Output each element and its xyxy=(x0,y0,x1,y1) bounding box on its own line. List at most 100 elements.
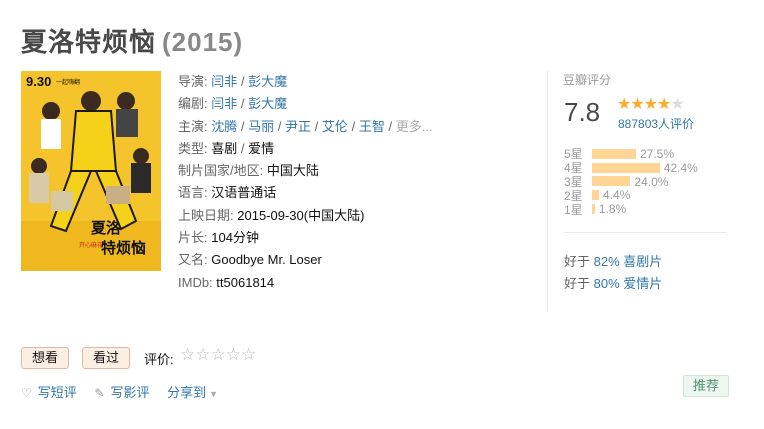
cast-link[interactable]: 马丽 xyxy=(248,119,274,134)
better-pct: 80% xyxy=(593,276,620,291)
director-label: 导演: xyxy=(178,74,208,89)
rating-panel: 豆瓣评分 7.8 ★★★★★ 887803人评价 5星 27.5% 4星 42.4% 3… xyxy=(547,71,727,311)
divider xyxy=(564,232,727,233)
poster-slogan: 开心麻花 xyxy=(79,241,103,249)
country-value: 中国大陆 xyxy=(266,163,319,179)
better-pct: 82% xyxy=(593,254,620,269)
runtime-label: 片长: xyxy=(178,230,208,246)
short-review-label: 写短评 xyxy=(37,385,77,400)
star-empty-icon: ★ xyxy=(670,96,684,113)
long-review-link[interactable]: ✎ 写影评 xyxy=(94,385,149,400)
star-icon: ★ xyxy=(657,96,671,113)
cast-link[interactable]: 王智 xyxy=(359,119,385,134)
cast-label: 主演: xyxy=(178,118,208,134)
better-than-row: 好于 80% 爱情片 xyxy=(564,273,662,292)
genre-value: 爱情 xyxy=(248,140,275,156)
rating-dist-pct: 42.4% xyxy=(663,160,698,175)
release-value: 2015-09-30(中国大陆) xyxy=(237,207,365,223)
better-genre: 喜剧片 xyxy=(623,254,663,269)
aka-value: Goodbye Mr. Loser xyxy=(211,252,322,268)
better-link[interactable]: 80% 爱情片 xyxy=(594,276,663,291)
rating-dist-row: 1星 1.8% xyxy=(564,202,734,217)
better-prefix: 好于 xyxy=(564,254,591,269)
rating-dist-pct: 24.0% xyxy=(634,174,669,189)
watched-button[interactable]: 看过 xyxy=(82,347,131,369)
star-icon: ★ xyxy=(630,96,644,113)
more-cast-link[interactable]: 更多... xyxy=(396,119,433,134)
runtime-row: 片长: 104分钟 xyxy=(178,227,433,249)
cast-link[interactable]: 尹正 xyxy=(285,119,311,134)
rate-star-icon[interactable]: ☆ xyxy=(180,345,195,364)
comment-icon: ♡ xyxy=(21,386,32,400)
release-label: 上映日期: xyxy=(178,207,234,223)
country-label: 制片国家/地区: xyxy=(178,163,264,179)
aka-row: 又名: Goodbye Mr. Loser xyxy=(178,249,433,271)
poster-name-bottom: 特烦恼 xyxy=(101,239,146,257)
better-link[interactable]: 82% 喜剧片 xyxy=(594,254,663,269)
want-to-watch-button[interactable]: 想看 xyxy=(21,347,70,369)
runtime-value: 104分钟 xyxy=(211,230,259,246)
pencil-icon: ✎ xyxy=(94,386,105,400)
rate-stars: ☆☆☆☆☆ xyxy=(180,345,256,365)
short-review-link[interactable]: ♡ 写短评 xyxy=(21,385,77,400)
better-than-row: 好于 82% 喜剧片 xyxy=(564,251,662,270)
star-icon: ★ xyxy=(643,96,658,113)
director-link[interactable]: 闫非 xyxy=(211,74,237,89)
cast-link[interactable]: 沈腾 xyxy=(211,119,237,134)
poster-image: 9.30 一起嗨翻 夏洛 特烦恼 开心麻花 xyxy=(21,71,161,271)
rating-label: 豆瓣评分 xyxy=(563,73,612,87)
language-value: 汉语普通话 xyxy=(211,185,277,201)
star-icon: ★ xyxy=(617,96,631,113)
movie-info: 导演: 闫非 / 彭大魔 编剧: 闫非 / 彭大魔 主演: 沈腾 / 马丽 / … xyxy=(178,71,433,294)
rate-star-icon[interactable]: ☆ xyxy=(241,345,256,364)
director-link[interactable]: 彭大魔 xyxy=(248,74,287,89)
rating-score: 7.8 xyxy=(564,97,601,127)
better-prefix: 好于 xyxy=(564,276,591,291)
genre-row: 类型: 喜剧 / 爱情 xyxy=(178,140,275,156)
cast-link[interactable]: 艾伦 xyxy=(322,119,348,134)
rating-dist-pct: 27.5% xyxy=(640,146,675,161)
cast-row: 主演: 沈腾 / 马丽 / 尹正 / 艾伦 / 王智 / 更多... xyxy=(178,118,433,134)
rating-dist-bar xyxy=(592,162,660,173)
rate-star-icon[interactable]: ☆ xyxy=(226,345,241,364)
recommend-button[interactable]: 推荐 xyxy=(683,375,729,397)
imdb-label: IMDb: xyxy=(178,274,213,290)
page-title: 夏洛特烦恼 (2015) xyxy=(21,22,243,59)
imdb-value: tt5061814 xyxy=(216,274,275,290)
writer-link[interactable]: 闫非 xyxy=(211,96,237,111)
rating-stars: ★★★★★ xyxy=(617,94,685,114)
country-row: 制片国家/地区: 中国大陆 xyxy=(178,160,433,182)
writer-label: 编剧: xyxy=(178,96,208,112)
rating-dist-bar xyxy=(592,176,631,187)
rating-dist-label: 1星 xyxy=(564,202,583,217)
writer-row: 编剧: 闫非 / 彭大魔 xyxy=(178,96,288,112)
better-genre: 爱情片 xyxy=(623,276,663,291)
action-links: ♡ 写短评 ✎ 写影评 分享到 ▼ xyxy=(21,382,232,401)
rating-dist-pct: 1.8% xyxy=(598,202,627,217)
director-row: 导演: 闫非 / 彭大魔 xyxy=(178,74,288,89)
movie-poster[interactable]: 9.30 一起嗨翻 夏洛 特烦恼 开心麻花 xyxy=(21,71,161,271)
rating-dist-bar xyxy=(592,190,600,201)
long-review-label: 写影评 xyxy=(110,385,150,400)
rating-people-link[interactable]: 887803人评价 xyxy=(618,115,694,132)
share-label: 分享到 xyxy=(167,385,207,400)
writer-link[interactable]: 彭大魔 xyxy=(248,96,287,111)
caret-down-icon: ▼ xyxy=(209,389,219,399)
rating-distribution: 5星 27.5% 4星 42.4% 3星 24.0% 2星 4.4% 1星 1.8% xyxy=(564,146,734,217)
rating-dist-bar xyxy=(592,148,636,159)
release-row: 上映日期: 2015-09-30(中国大陆) xyxy=(178,205,433,227)
rate-star-icon[interactable]: ☆ xyxy=(211,345,226,364)
share-link[interactable]: 分享到 ▼ xyxy=(167,385,218,400)
genre-value: 喜剧 xyxy=(211,140,238,156)
aka-label: 又名: xyxy=(178,252,208,268)
language-row: 语言: 汉语普通话 xyxy=(178,182,433,204)
genre-label: 类型: xyxy=(178,140,208,156)
rate-star-icon[interactable]: ☆ xyxy=(195,345,210,364)
language-label: 语言: xyxy=(178,185,208,201)
rate-label: 评价: xyxy=(144,352,174,367)
poster-line1: 一起嗨翻 xyxy=(56,78,80,86)
poster-date: 9.30 xyxy=(26,74,51,89)
movie-year: (2015) xyxy=(162,27,244,57)
rating-dist-bar xyxy=(592,204,595,215)
imdb-row: IMDb: tt5061814 xyxy=(178,272,433,294)
